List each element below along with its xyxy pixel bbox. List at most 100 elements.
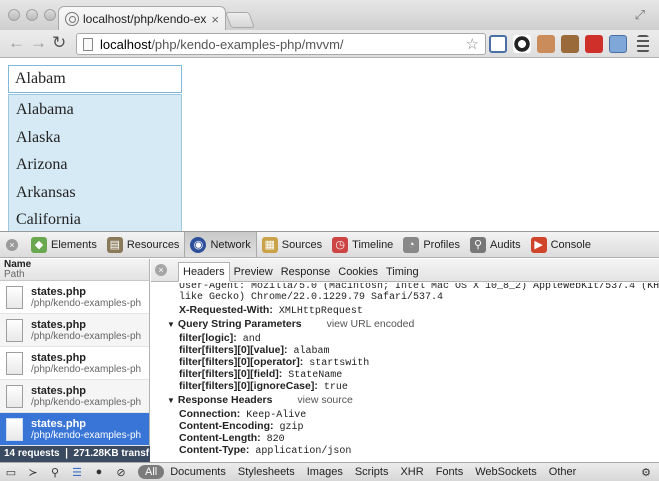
- path-column-header: Path: [4, 269, 25, 280]
- tab-sources[interactable]: ▦ Sources: [257, 232, 327, 257]
- name-column-header: Name: [4, 259, 32, 270]
- menu-icon[interactable]: [637, 35, 649, 53]
- gear-icon[interactable]: ⚙: [635, 463, 657, 481]
- face-extension-icon[interactable]: [561, 35, 579, 53]
- autocomplete-dropdown: Alabama Alaska Arizona Arkansas Californ…: [8, 94, 182, 231]
- browser-tab[interactable]: localhost/php/kendo-exam ×: [58, 6, 226, 31]
- clear-icon[interactable]: ⊘: [110, 463, 132, 481]
- new-tab-button[interactable]: [225, 12, 255, 28]
- resources-icon: ▤: [106, 236, 123, 253]
- filter-xhr[interactable]: XHR: [394, 466, 429, 478]
- tab-cookies[interactable]: Cookies: [334, 263, 382, 281]
- tab-headers[interactable]: Headers: [178, 262, 230, 282]
- filter-stylesheets[interactable]: Stylesheets: [232, 466, 301, 478]
- globe-icon: [65, 12, 79, 26]
- tab-timing[interactable]: Timing: [382, 263, 423, 281]
- dropdown-option[interactable]: California: [9, 205, 181, 231]
- request-row[interactable]: states.php/php/kendo-examples-ph: [0, 281, 149, 314]
- tab-audits[interactable]: ⚲ Audits: [465, 232, 526, 257]
- tab-preview[interactable]: Preview: [230, 263, 277, 281]
- record-icon[interactable]: ●: [88, 463, 110, 481]
- tab-profiles[interactable]: ◔ Profiles: [398, 232, 465, 257]
- devtools-statusbar: ▭ ≻ ⚲ ☰ ● ⊘ All Documents Stylesheets Im…: [0, 462, 659, 481]
- document-icon: [6, 417, 23, 441]
- filter-all[interactable]: All: [138, 465, 165, 479]
- document-icon: [6, 384, 23, 408]
- reload-button[interactable]: ↻: [52, 33, 66, 53]
- filter-fonts[interactable]: Fonts: [430, 466, 470, 478]
- tab-console[interactable]: ▶ Console: [526, 232, 596, 257]
- tab-close-button[interactable]: ×: [211, 12, 219, 27]
- filter-other[interactable]: Other: [543, 466, 583, 478]
- dropdown-option[interactable]: Arkansas: [9, 178, 181, 206]
- query-param: filter[filters][0][ignoreCase]: true: [179, 380, 348, 393]
- tab-elements[interactable]: ◆ Elements: [26, 232, 102, 257]
- profiles-icon: ◔: [403, 236, 420, 253]
- address-bar[interactable]: localhost/php/kendo-examples-php/mvvm/ ☆: [76, 33, 486, 55]
- headers-detail: User-Agent: Mozilla/5.0 (Macintosh; Inte…: [151, 283, 659, 462]
- fullscreen-icon[interactable]: ⤢: [635, 7, 645, 23]
- tab-title: localhost/php/kendo-exam: [83, 12, 207, 26]
- filter-documents[interactable]: Documents: [164, 466, 232, 478]
- request-list-header[interactable]: Name Path: [0, 259, 149, 281]
- page-icon: [83, 37, 93, 51]
- response-headers-section[interactable]: ▼ Response Headers view source: [167, 394, 353, 406]
- tab-resources[interactable]: ▤ Resources: [102, 232, 185, 257]
- url-text: localhost/php/kendo-examples-php/mvvm/: [100, 36, 344, 52]
- back-button[interactable]: ←: [8, 33, 25, 53]
- filter-scripts[interactable]: Scripts: [349, 466, 395, 478]
- tab-timeline[interactable]: ◷ Timeline: [327, 232, 398, 257]
- page-content: Alabam Alabama Alaska Arizona Arkansas C…: [0, 59, 659, 231]
- tab-response[interactable]: Response: [277, 263, 335, 281]
- window-extension-icon[interactable]: [609, 35, 627, 53]
- disclosure-triangle-icon: ▼: [167, 396, 175, 405]
- youtube-extension-icon[interactable]: [585, 35, 603, 53]
- console-drawer-icon[interactable]: ≻: [22, 463, 44, 481]
- document-icon: [6, 285, 23, 309]
- view-source-link[interactable]: view source: [297, 394, 352, 406]
- state-autocomplete-input[interactable]: Alabam: [8, 65, 182, 93]
- filter-websockets[interactable]: WebSockets: [469, 466, 543, 478]
- audits-icon: ⚲: [470, 236, 486, 253]
- document-icon: [6, 351, 23, 375]
- detail-close-button[interactable]: ×: [155, 264, 167, 276]
- console-icon: ▶: [530, 236, 547, 253]
- filter-images[interactable]: Images: [301, 466, 349, 478]
- speed-extension-icon[interactable]: [513, 35, 531, 53]
- dropdown-option[interactable]: Arizona: [9, 150, 181, 178]
- dropdown-option[interactable]: Alaska: [9, 123, 181, 151]
- document-icon: [6, 318, 23, 342]
- tab-network[interactable]: ◉ Network: [184, 232, 257, 257]
- bookmark-star-icon[interactable]: ☆: [466, 35, 479, 53]
- user-agent-line-cont: like Gecko) Chrome/22.0.1229.79 Safari/5…: [179, 292, 444, 303]
- dock-icon[interactable]: ▭: [0, 463, 22, 481]
- header-x-requested-with: X-Requested-With: XMLHttpRequest: [179, 304, 363, 317]
- zoom-window-button[interactable]: [44, 9, 56, 21]
- profile-extension-icon[interactable]: [537, 35, 555, 53]
- close-window-button[interactable]: [8, 9, 20, 21]
- query-string-section[interactable]: ▼ Query String Parameters view URL encode…: [167, 318, 414, 330]
- devtools-close-button[interactable]: ×: [6, 238, 18, 251]
- large-rows-icon[interactable]: ☰: [66, 463, 88, 481]
- search-icon[interactable]: ⚲: [44, 463, 66, 481]
- request-summary: 14 requests ❘ 271.28KB transf: [0, 446, 150, 462]
- network-request-list: Name Path states.php/php/kendo-examples-…: [0, 259, 150, 462]
- view-url-encoded-link[interactable]: view URL encoded: [327, 318, 415, 330]
- window-titlebar: localhost/php/kendo-exam × ⤢: [0, 0, 659, 31]
- cast-extension-icon[interactable]: [489, 35, 507, 53]
- request-row[interactable]: states.php/php/kendo-examples-ph: [0, 314, 149, 347]
- timeline-icon: ◷: [332, 236, 349, 253]
- devtools-toolbar: × ◆ Elements ▤ Resources ◉ Network ▦ Sou…: [0, 231, 659, 258]
- forward-button[interactable]: →: [30, 33, 47, 53]
- user-agent-line: User-Agent: Mozilla/5.0 (Macintosh; Inte…: [179, 283, 659, 292]
- sources-icon: ▦: [261, 236, 278, 253]
- disclosure-triangle-icon: ▼: [167, 320, 175, 329]
- request-row-selected[interactable]: states.php/php/kendo-examples-ph: [0, 413, 149, 446]
- elements-icon: ◆: [31, 236, 47, 253]
- minimize-window-button[interactable]: [26, 9, 38, 21]
- request-row[interactable]: states.php/php/kendo-examples-ph: [0, 380, 149, 413]
- response-header: Content-Type: application/json: [179, 444, 352, 457]
- request-row[interactable]: states.php/php/kendo-examples-ph: [0, 347, 149, 380]
- dropdown-option[interactable]: Alabama: [9, 95, 181, 123]
- request-detail-tabs: × Headers Preview Response Cookies Timin…: [151, 259, 659, 282]
